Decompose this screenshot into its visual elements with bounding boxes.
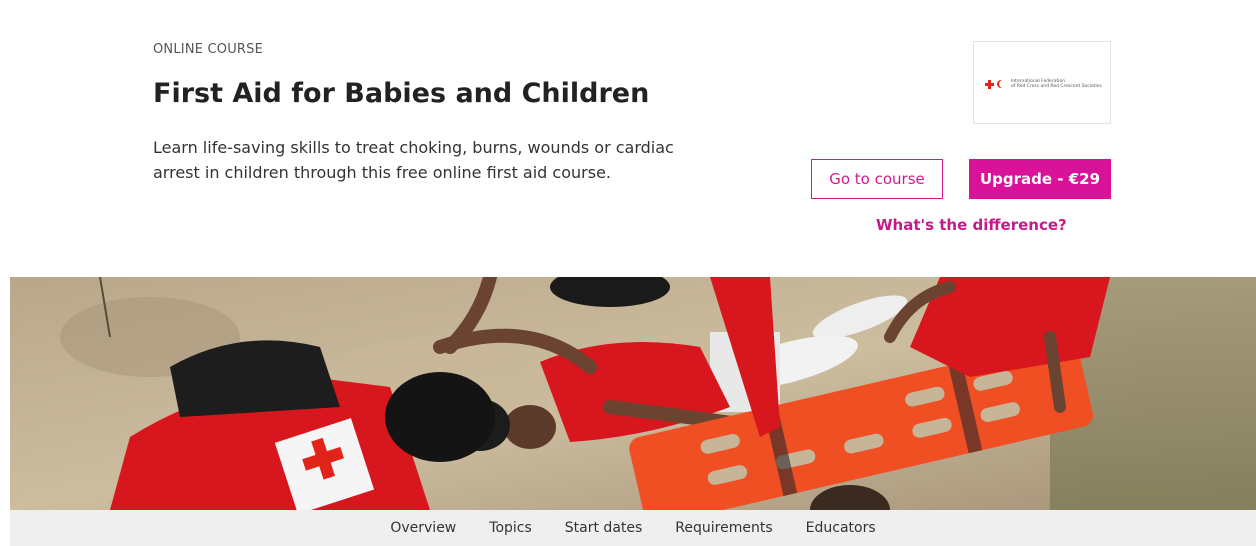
subnav-requirements[interactable]: Requirements <box>675 520 772 536</box>
go-to-course-button[interactable]: Go to course <box>811 159 943 199</box>
course-subnav: Overview Topics Start dates Requirements… <box>10 510 1256 546</box>
subnav-start-dates[interactable]: Start dates <box>565 520 643 536</box>
course-title: First Aid for Babies and Children <box>153 78 650 109</box>
course-type-label: ONLINE COURSE <box>153 42 264 57</box>
course-header: ONLINE COURSE First Aid for Babies and C… <box>0 0 1256 277</box>
difference-link[interactable]: What's the difference? <box>876 216 1067 234</box>
first-aid-photo <box>10 277 1256 510</box>
red-cross-icon <box>985 79 994 89</box>
subnav-overview[interactable]: Overview <box>390 520 456 536</box>
partner-logo[interactable]: International Federation of Red Cross an… <box>973 41 1111 124</box>
ifrc-logo: International Federation of Red Cross an… <box>985 79 1102 89</box>
hero-image <box>10 277 1256 510</box>
upgrade-button[interactable]: Upgrade - €29 <box>969 159 1111 199</box>
subnav-educators[interactable]: Educators <box>806 520 876 536</box>
partner-name-line2: of Red Cross and Red Crescent Societies <box>1011 84 1102 89</box>
red-crescent-icon <box>999 80 1007 88</box>
subnav-topics[interactable]: Topics <box>489 520 532 536</box>
course-description: Learn life-saving skills to treat chokin… <box>153 138 674 182</box>
